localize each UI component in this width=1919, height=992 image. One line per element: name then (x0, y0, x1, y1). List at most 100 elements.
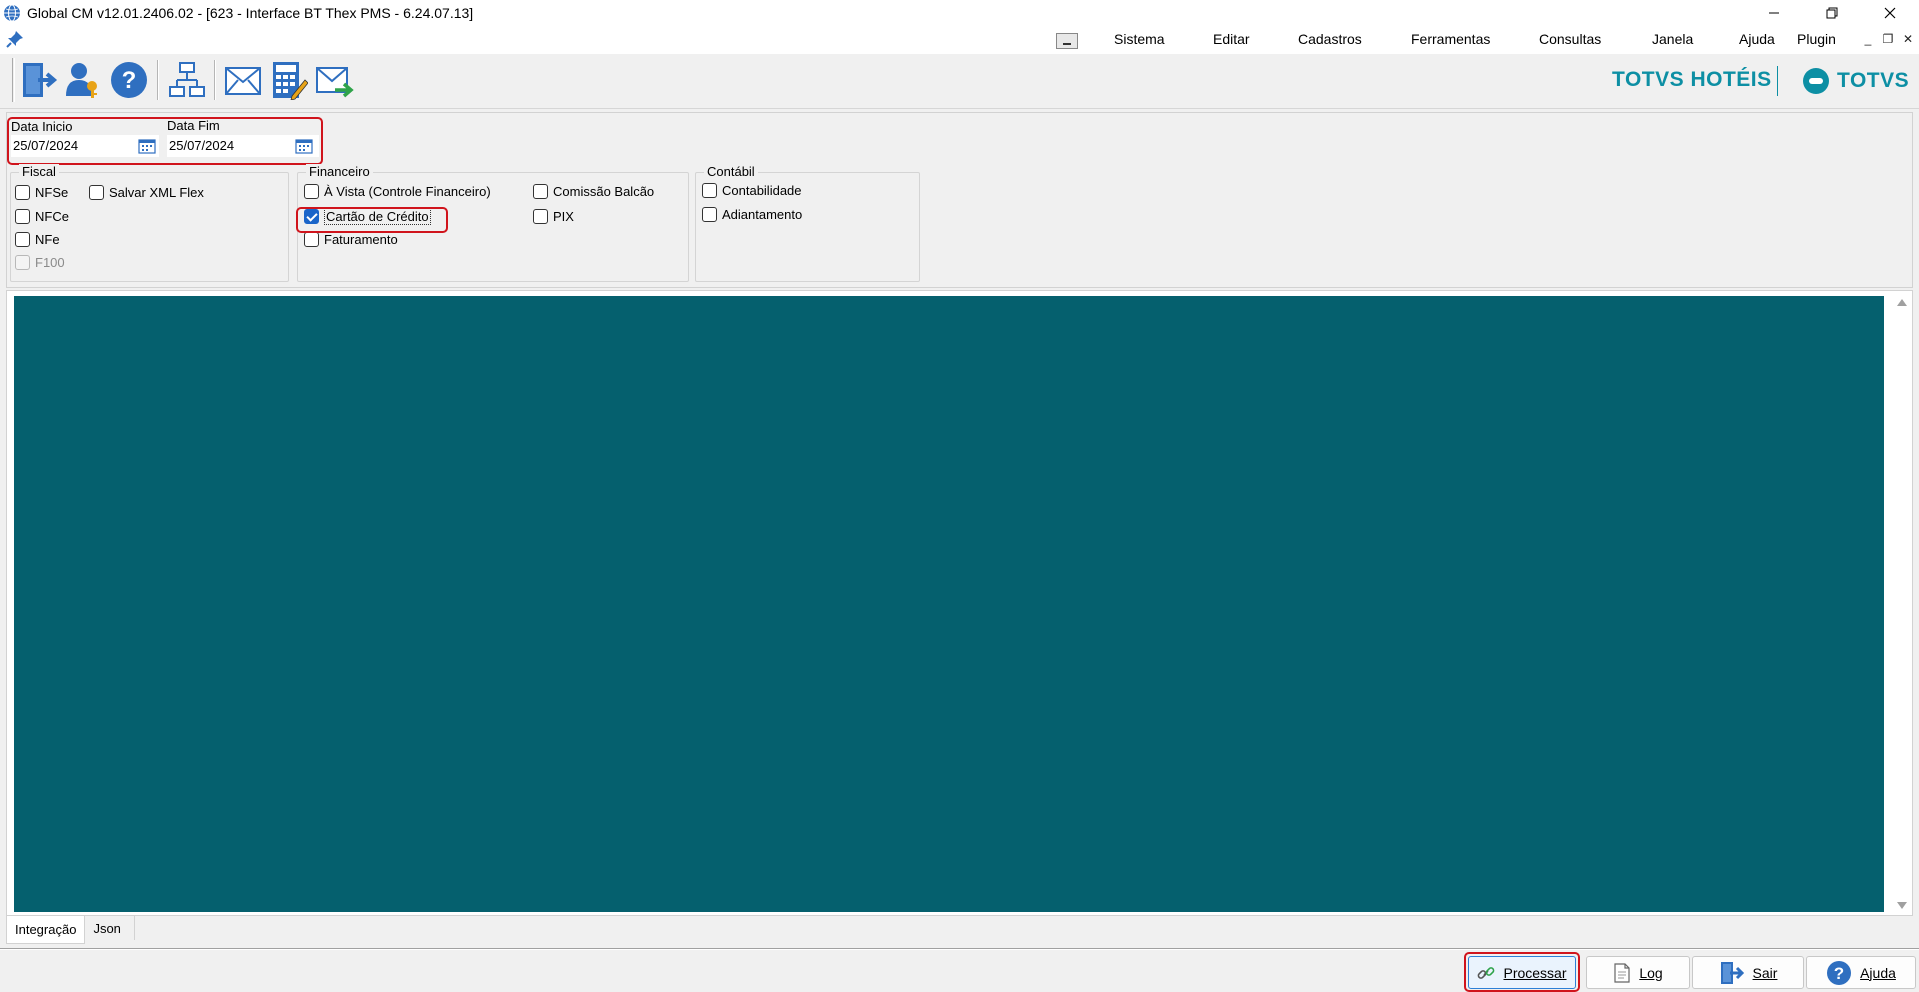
brand-divider (1777, 66, 1778, 96)
help-question-icon: ? (111, 61, 147, 98)
help-question-icon: ? (1827, 960, 1852, 985)
nfse-label: NFSe (35, 185, 69, 200)
pin-icon[interactable] (6, 30, 24, 48)
brand-totvs-text: TOTVS (1837, 69, 1910, 92)
svg-text:?: ? (1834, 964, 1844, 983)
ajuda-button[interactable]: ? Ajuda (1806, 956, 1916, 989)
comissao-balcao-label: Comissão Balcão (553, 184, 655, 199)
checkbox-box (15, 255, 30, 270)
salvar-xml-flex-label: Salvar XML Flex (109, 185, 204, 200)
a-vista-label: À Vista (Controle Financeiro) (324, 184, 491, 199)
exit-door-icon (1720, 961, 1744, 984)
exit-door-icon (23, 62, 58, 97)
document-minimize-button[interactable] (1056, 33, 1078, 49)
nfe-label: NFe (35, 232, 60, 247)
bottom-separator (0, 948, 1919, 950)
log-button[interactable]: Log (1586, 956, 1690, 989)
help-toolbar-button[interactable]: ? (108, 57, 150, 102)
nfse-checkbox[interactable]: NFSe (15, 185, 68, 200)
data-inicio-input[interactable]: 25/07/2024 (11, 135, 159, 157)
sair-button[interactable]: Sair (1692, 956, 1804, 989)
adiantamento-checkbox[interactable]: Adiantamento (702, 207, 802, 222)
toolbar: ? TOTVS HOTÉIS TOTVS (0, 54, 1919, 109)
minimize-icon (1769, 12, 1779, 14)
menu-ferramentas[interactable]: Ferramentas (1411, 31, 1490, 47)
menu-ajuda[interactable]: Ajuda (1739, 31, 1775, 47)
close-icon (1884, 7, 1896, 19)
processar-button[interactable]: Processar (1468, 956, 1576, 989)
scroll-up-icon[interactable] (1897, 299, 1907, 306)
f100-label: F100 (35, 255, 65, 270)
fiscal-group-title: Fiscal (19, 164, 59, 179)
vertical-scrollbar[interactable] (1894, 295, 1910, 913)
svg-text:?: ? (122, 67, 137, 94)
checkbox-box[interactable] (15, 209, 30, 224)
checkbox-box[interactable] (533, 184, 548, 199)
document-log-icon (1614, 962, 1630, 983)
totvs-logo-icon (1803, 68, 1829, 94)
toolbar-grip (12, 58, 15, 102)
salvar-xml-flex-checkbox[interactable]: Salvar XML Flex (89, 185, 204, 200)
nfce-label: NFCe (35, 209, 69, 224)
contabilidade-checkbox[interactable]: Contabilidade (702, 183, 802, 198)
checkbox-box[interactable] (702, 207, 717, 222)
faturamento-label: Faturamento (324, 232, 398, 247)
integration-output-panel (14, 296, 1884, 912)
tab-json[interactable]: Json (85, 916, 136, 940)
cartao-highlight-box (296, 207, 448, 233)
scroll-down-icon[interactable] (1897, 902, 1907, 909)
ajuda-label: Ajuda (1860, 964, 1896, 981)
brand-totvs-hoteis: TOTVS HOTÉIS (1612, 68, 1772, 91)
bottom-tabs: Integração Json (6, 916, 136, 944)
mdi-restore-icon[interactable]: ❐ (1881, 32, 1895, 46)
mail-send-toolbar-button[interactable] (314, 57, 356, 102)
processar-label: Processar (1503, 964, 1567, 981)
contabil-group-title: Contábil (704, 164, 758, 179)
fiscal-group: Fiscal NFSe NFCe NFe F100 Salvar XML Fle… (10, 164, 289, 282)
user-key-icon (66, 62, 97, 98)
faturamento-checkbox[interactable]: Faturamento (304, 232, 398, 247)
checkbox-box[interactable] (15, 185, 30, 200)
menu-plugin[interactable]: Plugin (1797, 31, 1836, 47)
menu-sistema[interactable]: Sistema (1114, 31, 1165, 47)
checkbox-box[interactable] (702, 183, 717, 198)
user-key-toolbar-button[interactable] (62, 57, 104, 102)
menu-janela[interactable]: Janela (1652, 31, 1693, 47)
log-label: Log (1639, 964, 1663, 981)
checkbox-box[interactable] (89, 185, 104, 200)
globe-app-icon (4, 4, 20, 22)
calendar-icon[interactable] (295, 138, 313, 154)
restore-button[interactable] (1803, 0, 1861, 26)
contabil-group: Contábil Contabilidade Adiantamento (695, 164, 920, 282)
data-fim-label: Data Fim (167, 118, 220, 133)
title-bar: Global CM v12.01.2406.02 - [623 - Interf… (0, 0, 1919, 26)
checkbox-box[interactable] (15, 232, 30, 247)
mdi-minimize-icon[interactable]: _ (1861, 32, 1875, 46)
a-vista-checkbox[interactable]: À Vista (Controle Financeiro) (304, 184, 491, 199)
mdi-close-icon[interactable]: ✕ (1901, 32, 1915, 46)
mail-toolbar-button[interactable] (222, 57, 264, 102)
envelope-arrow-icon (316, 66, 354, 97)
comissao-balcao-checkbox[interactable]: Comissão Balcão (533, 184, 654, 199)
nfce-checkbox[interactable]: NFCe (15, 209, 69, 224)
pix-checkbox[interactable]: PIX (533, 209, 574, 224)
checkbox-box[interactable] (533, 209, 548, 224)
close-button[interactable] (1861, 0, 1919, 26)
nfe-checkbox[interactable]: NFe (15, 232, 60, 247)
menu-editar[interactable]: Editar (1213, 31, 1250, 47)
exit-toolbar-button[interactable] (18, 57, 60, 102)
structure-toolbar-button[interactable] (166, 57, 208, 102)
minimize-button[interactable] (1745, 0, 1803, 26)
menu-cadastros[interactable]: Cadastros (1298, 31, 1362, 47)
checkbox-box[interactable] (304, 184, 319, 199)
main-content-frame (6, 290, 1913, 916)
calendar-icon[interactable] (138, 138, 156, 154)
checkbox-box[interactable] (304, 232, 319, 247)
calculator-pencil-icon (273, 61, 308, 100)
financeiro-group-title: Financeiro (306, 164, 373, 179)
sair-label: Sair (1752, 964, 1778, 981)
calculator-edit-toolbar-button[interactable] (268, 57, 310, 102)
menu-consultas[interactable]: Consultas (1539, 31, 1601, 47)
tab-integracao[interactable]: Integração (6, 916, 86, 944)
brand-totvs-logo: TOTVS (1803, 68, 1909, 94)
